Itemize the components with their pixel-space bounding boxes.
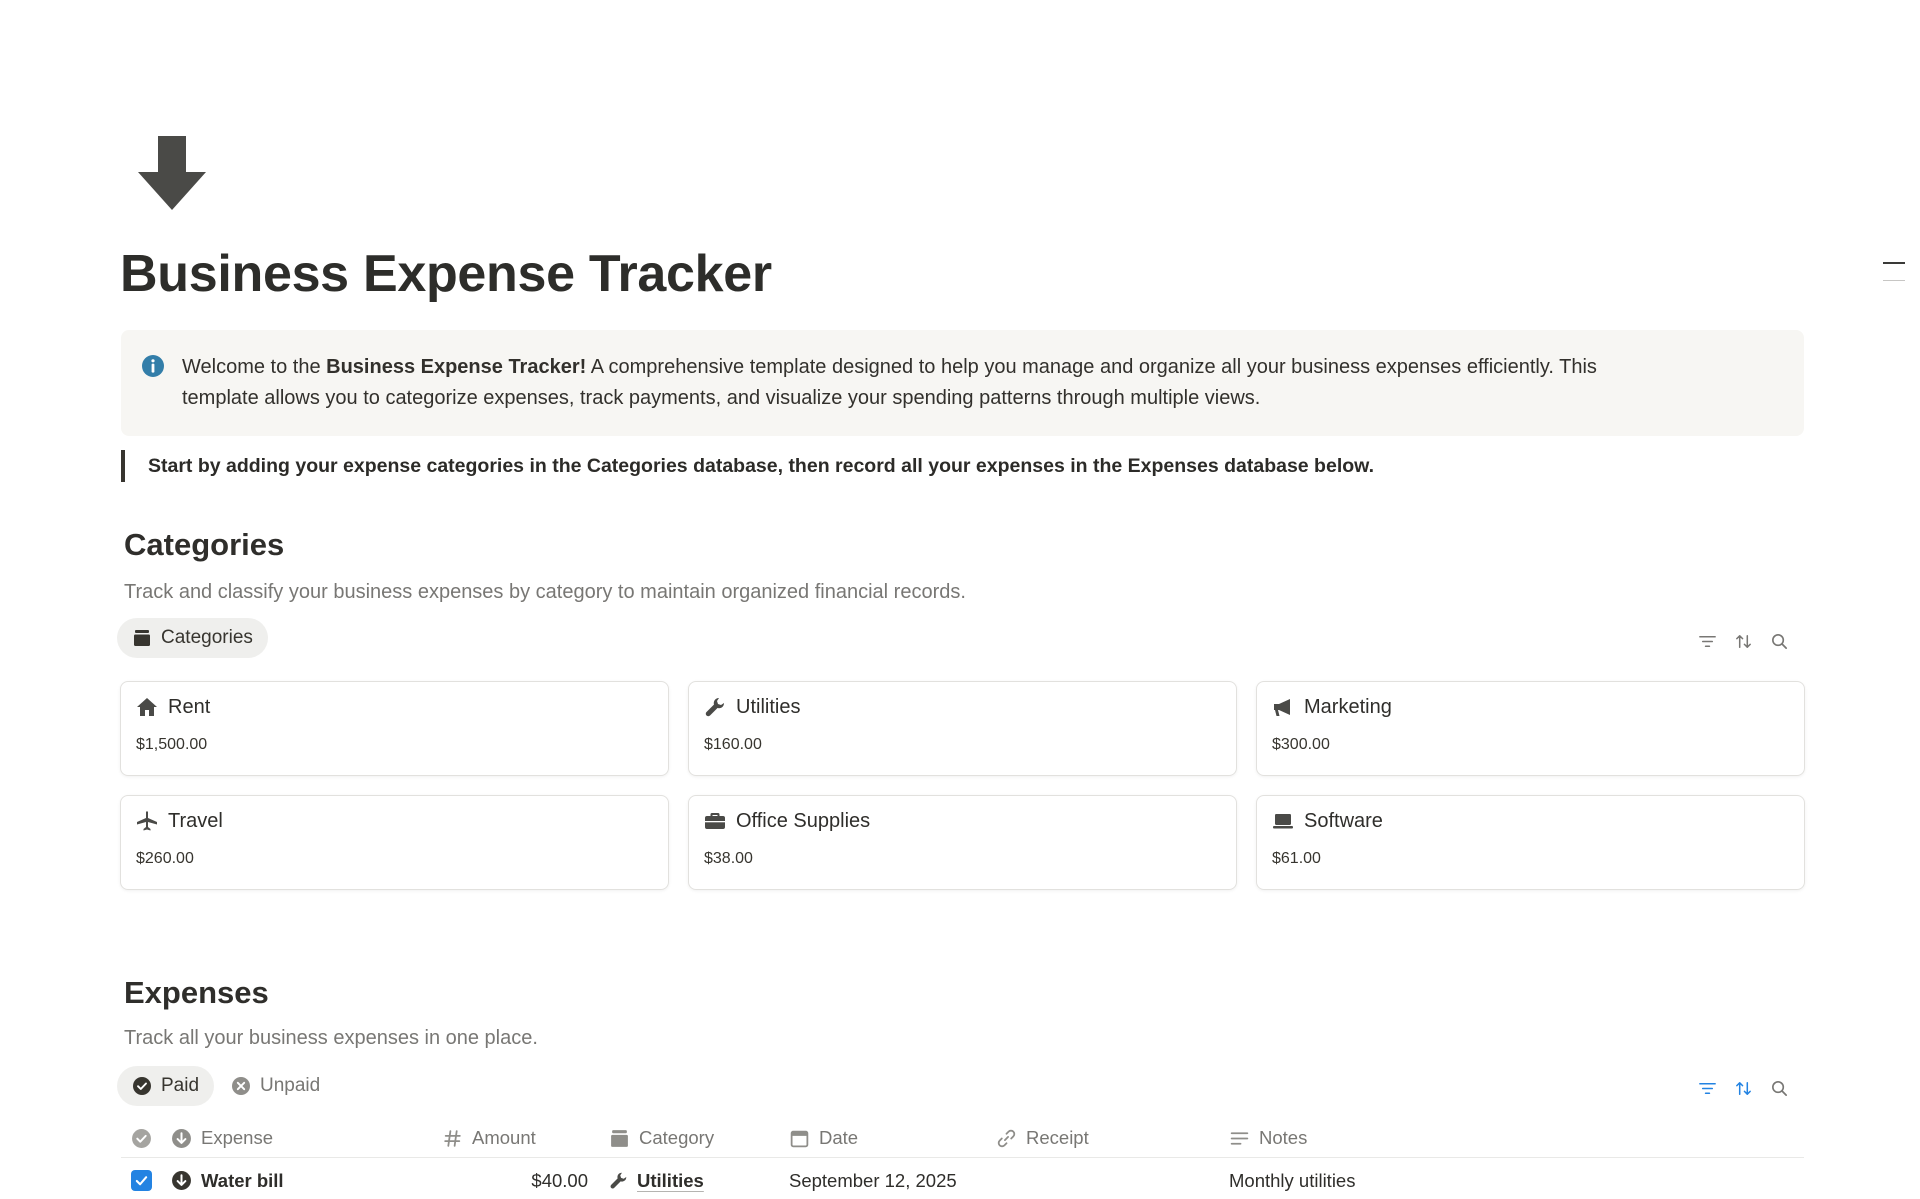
column-header-receipt[interactable]: Receipt [996,1118,1089,1158]
wrench-icon [610,1172,627,1189]
card-title: Travel [168,809,223,832]
text-lines-icon [1230,1131,1249,1145]
expenses-toolbar [1697,1078,1789,1098]
arrow-down-icon[interactable] [136,134,208,212]
paid-checkbox[interactable] [131,1162,152,1199]
card-amount: $160.00 [704,736,762,753]
card-title: Marketing [1304,695,1392,718]
card-amount: $260.00 [136,850,194,867]
callout-line-2: template allows you to categorize expens… [182,387,1261,409]
expenses-table-header: Expense Amount Category Date Receipt Not… [121,1118,1804,1158]
archive-icon [611,1129,628,1147]
card-title: Utilities [736,695,801,718]
amount-cell[interactable]: $40.00 [442,1162,588,1199]
briefcase-icon [705,813,725,829]
view-tab-categories[interactable]: Categories [117,618,268,658]
filter-icon[interactable] [1697,631,1717,651]
laptop-icon [1273,814,1293,829]
filter-icon[interactable] [1697,1078,1717,1098]
column-header-category[interactable]: Category [609,1118,714,1158]
search-icon[interactable] [1769,1078,1789,1098]
card-amount: $38.00 [704,850,753,867]
checkmark-icon [135,1176,148,1186]
date-cell[interactable]: September 12, 2025 [789,1162,957,1199]
calendar-icon [790,1130,809,1147]
expenses-heading: Expenses [124,975,269,1010]
airplane-icon [137,811,157,831]
view-tab-paid[interactable]: Paid [117,1066,215,1106]
expense-cell[interactable]: Water bill [171,1162,284,1199]
table-row[interactable]: Water bill $40.00 Utilities September 12… [121,1162,1804,1199]
megaphone-icon [1274,699,1290,716]
checkbox-checked[interactable] [131,1170,152,1191]
hash-icon [444,1129,461,1147]
card-title: Office Supplies [736,809,871,832]
categories-toolbar [1697,631,1789,651]
category-card-rent[interactable]: Rent $1,500.00 [120,681,669,776]
callout-line-1: Welcome to the Business Expense Tracker!… [182,356,1597,378]
expense-name[interactable]: Water bill [201,1170,284,1192]
page-title[interactable]: Business Expense Tracker [120,242,772,306]
arrow-down-circle-icon [172,1171,191,1190]
x-circle-icon [232,1077,250,1095]
notes-cell[interactable]: Monthly utilities [1229,1162,1355,1199]
welcome-callout: Welcome to the Business Expense Tracker!… [121,330,1804,436]
check-circle-icon [133,1077,151,1095]
column-header-date[interactable]: Date [789,1118,858,1158]
info-icon [142,355,164,377]
table-of-contents-indicator[interactable] [1883,262,1905,281]
view-tab-label: Unpaid [260,1075,321,1096]
category-card-software[interactable]: Software $61.00 [1256,795,1805,890]
column-header-amount[interactable]: Amount [442,1118,536,1158]
category-card-marketing[interactable]: Marketing $300.00 [1256,681,1805,776]
arrow-down-circle-icon [172,1128,191,1148]
card-amount: $61.00 [1272,850,1321,867]
view-tab-label: Categories [161,627,253,648]
sort-icon[interactable] [1733,1078,1753,1098]
card-title: Rent [168,695,211,718]
categories-description: Track and classify your business expense… [124,581,966,603]
archive-icon [134,630,150,646]
link-icon [997,1129,1016,1147]
view-tab-label: Paid [161,1075,200,1096]
check-circle-icon [132,1128,151,1148]
category-cell[interactable]: Utilities [609,1162,704,1199]
wrench-icon [705,697,725,717]
category-card-travel[interactable]: Travel $260.00 [120,795,669,890]
callout-bold-title: Business Expense Tracker! [326,356,587,378]
instruction-quote: Start by adding your expense categories … [121,450,1804,482]
sort-icon[interactable] [1733,631,1753,651]
category-relation-link[interactable]: Utilities [637,1170,704,1192]
column-header-paid[interactable] [131,1118,152,1158]
categories-heading: Categories [124,527,285,562]
column-header-notes[interactable]: Notes [1229,1118,1307,1158]
categories-gallery: Rent $1,500.00 Utilities $160.00 Marketi… [120,681,1805,890]
view-tab-unpaid[interactable]: Unpaid [216,1066,335,1106]
card-title: Software [1304,809,1383,832]
expenses-description: Track all your business expenses in one … [124,1027,538,1049]
search-icon[interactable] [1769,631,1789,651]
home-icon [137,698,157,716]
column-header-expense[interactable]: Expense [171,1118,273,1158]
category-card-office-supplies[interactable]: Office Supplies $38.00 [688,795,1237,890]
category-card-utilities[interactable]: Utilities $160.00 [688,681,1237,776]
card-amount: $300.00 [1272,736,1330,753]
card-amount: $1,500.00 [136,736,208,753]
